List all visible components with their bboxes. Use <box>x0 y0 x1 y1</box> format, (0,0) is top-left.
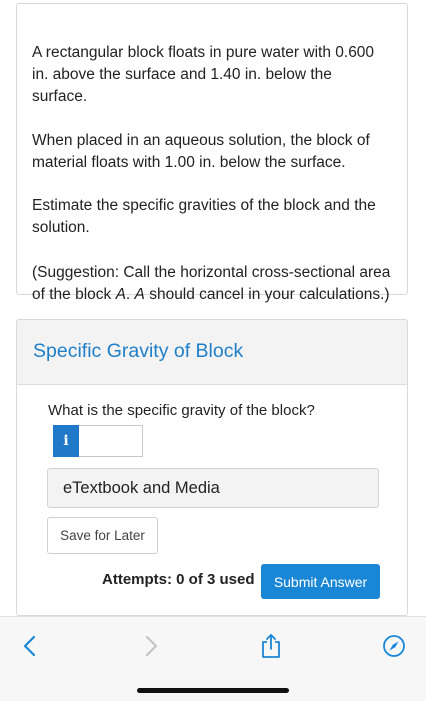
suggestion-text-mid: . <box>125 286 135 303</box>
suggestion-text-end: should cancel in your calculations.) <box>144 286 390 303</box>
attempts-counter: Attempts: 0 of 3 used <box>102 571 255 588</box>
part-title: Specific Gravity of Block <box>33 340 244 362</box>
save-for-later-button[interactable]: Save for Later <box>47 517 158 554</box>
answer-input[interactable] <box>79 425 143 457</box>
browser-toolbar <box>0 616 426 701</box>
answer-row: i <box>53 425 143 457</box>
back-button[interactable] <box>15 631 45 661</box>
part-header: Specific Gravity of Block <box>17 320 407 385</box>
forward-chevron-icon <box>145 635 158 657</box>
problem-statement: A rectangular block floats in pure water… <box>16 3 408 303</box>
forward-button[interactable] <box>136 631 166 661</box>
problem-paragraph-4: (Suggestion: Call the horizontal cross-s… <box>32 262 391 306</box>
problem-paragraph-3: Estimate the specific gravities of the b… <box>32 197 376 236</box>
variable-a: A <box>115 286 126 303</box>
home-indicator <box>137 688 289 693</box>
share-button[interactable] <box>256 631 286 661</box>
problem-paragraph-1: A rectangular block floats in pure water… <box>32 44 375 105</box>
variable-a: A <box>134 286 145 303</box>
submit-answer-button[interactable]: Submit Answer <box>261 564 380 599</box>
question-text: What is the specific gravity of the bloc… <box>48 402 315 419</box>
etextbook-media-button[interactable]: eTextbook and Media <box>47 468 379 508</box>
question-part-card: Specific Gravity of Block What is the sp… <box>16 319 408 616</box>
back-chevron-icon <box>23 635 36 657</box>
compass-icon <box>383 635 405 657</box>
open-in-safari-button[interactable] <box>379 631 409 661</box>
problem-paragraph-2: When placed in an aqueous solution, the … <box>32 132 370 171</box>
info-icon[interactable]: i <box>53 425 79 457</box>
share-icon <box>262 634 280 658</box>
